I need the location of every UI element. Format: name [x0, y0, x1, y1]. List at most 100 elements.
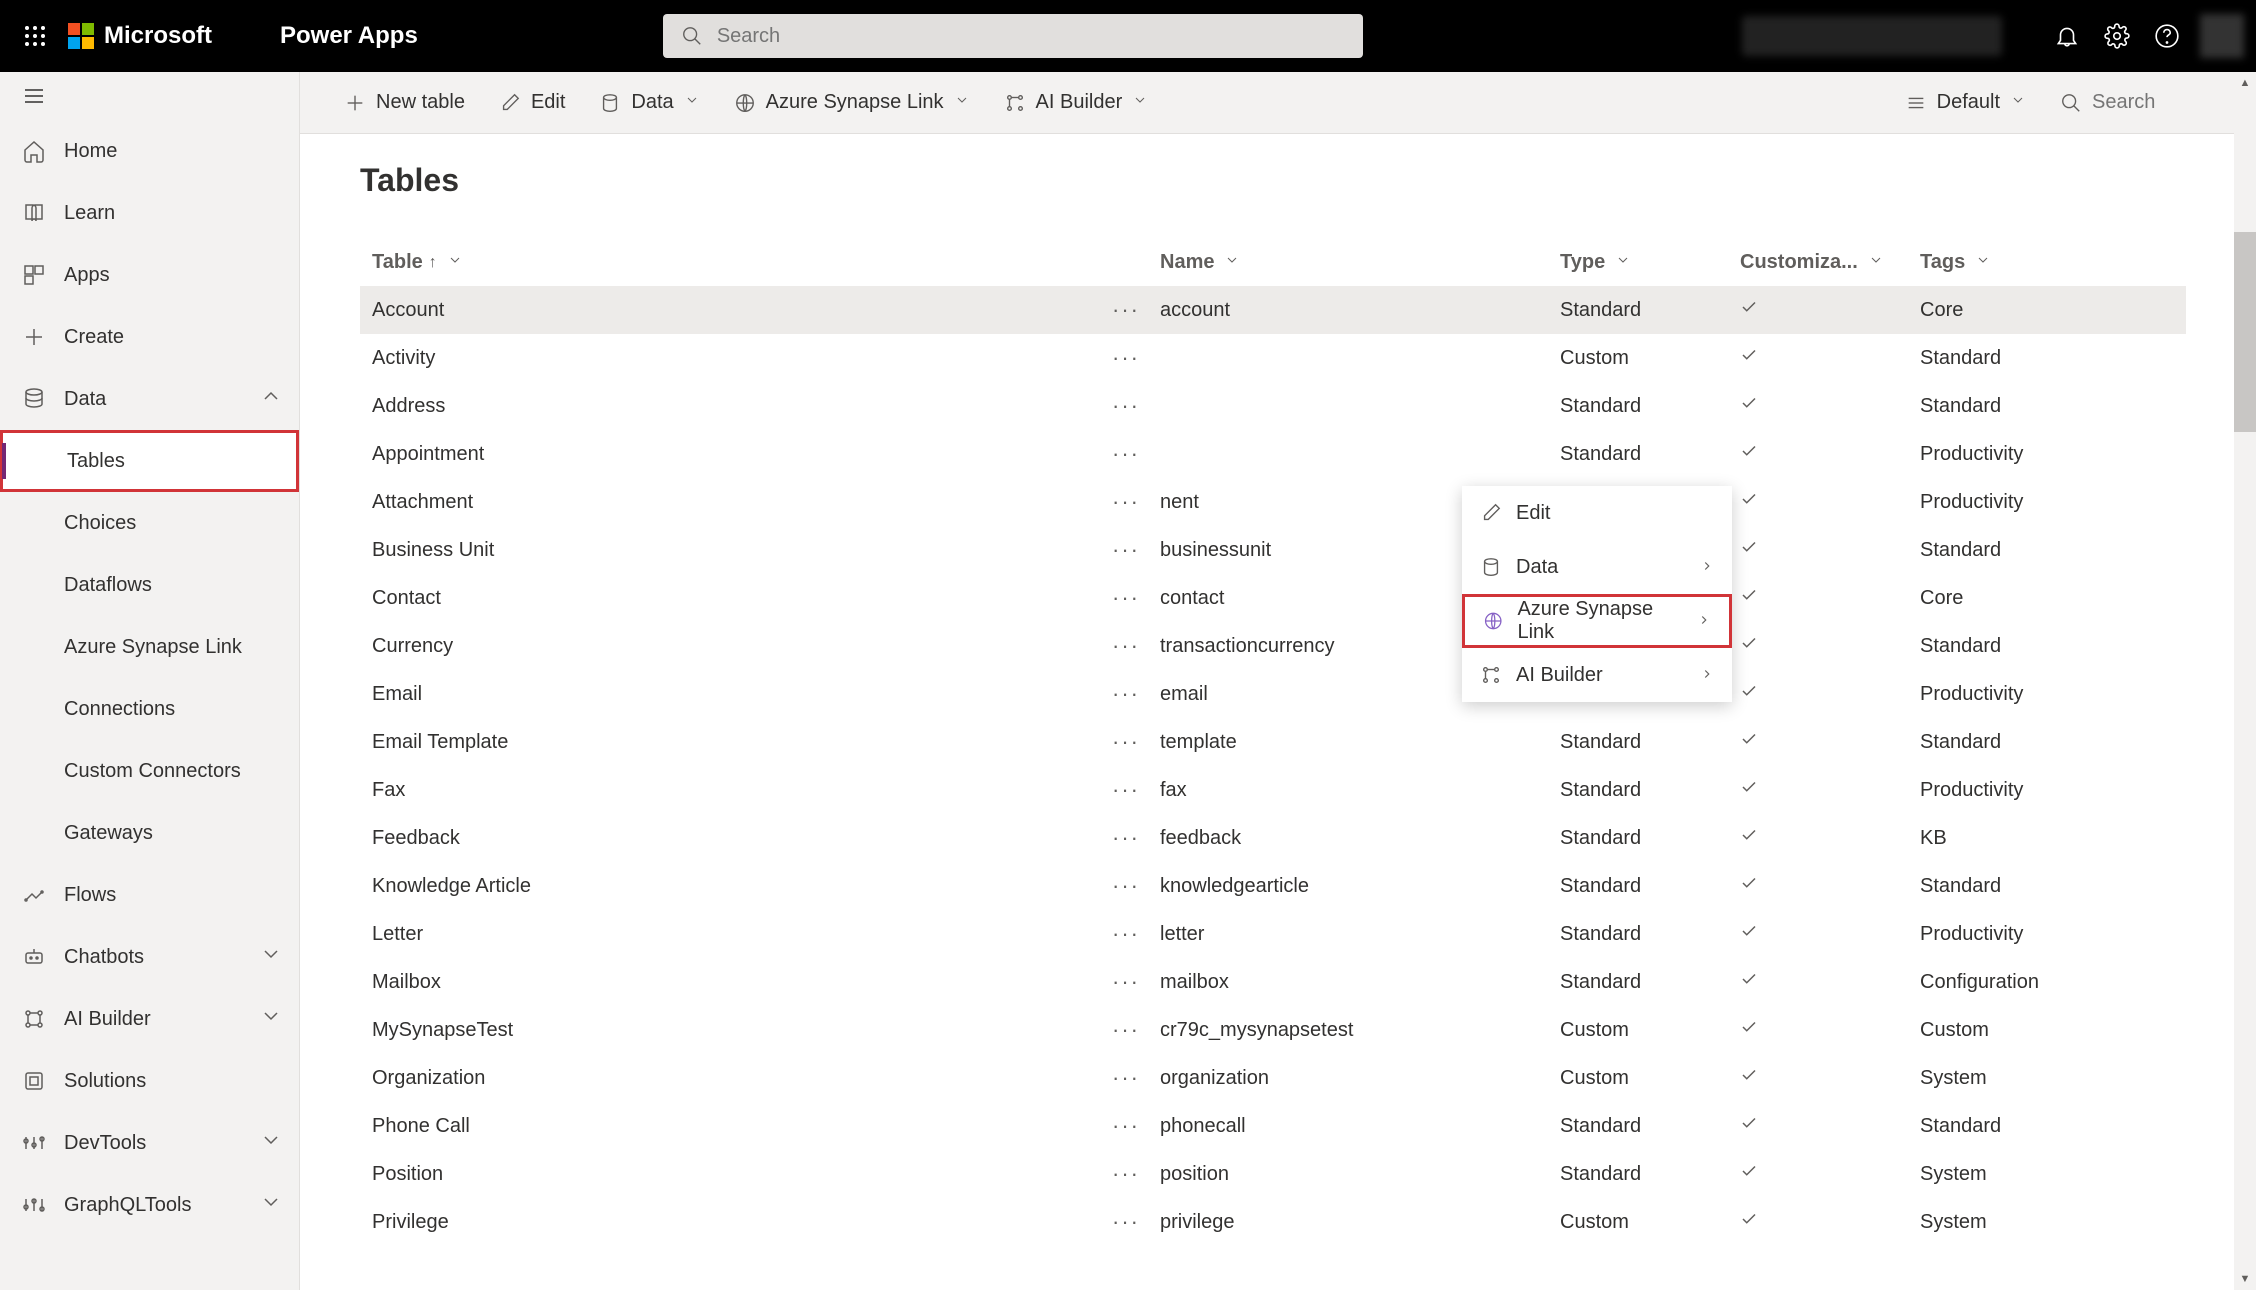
help-icon[interactable]: [2142, 11, 2192, 61]
scroll-down-icon[interactable]: ▼: [2234, 1268, 2256, 1290]
more-actions-icon[interactable]: ···: [1112, 537, 1140, 563]
col-header-type[interactable]: Type: [1560, 251, 1740, 274]
more-actions-icon[interactable]: ···: [1112, 345, 1140, 371]
sidebar-item-apps[interactable]: Apps: [0, 244, 299, 306]
sidebar-sub-azure-synapse-link[interactable]: Azure Synapse Link: [0, 616, 299, 678]
table-row[interactable]: Knowledge Article···knowledgearticleStan…: [360, 862, 2186, 910]
chevron-right-icon: [1700, 556, 1714, 579]
sidebar-item-learn[interactable]: Learn: [0, 182, 299, 244]
sidebar-item-ai-builder[interactable]: AI Builder: [0, 988, 299, 1050]
table-row[interactable]: MySynapseTest···cr79c_mysynapsetestCusto…: [360, 1006, 2186, 1054]
sidebar-item-solutions[interactable]: Solutions: [0, 1050, 299, 1112]
new-table-button[interactable]: New table: [330, 83, 479, 122]
table-row[interactable]: Position···positionStandardSystem: [360, 1150, 2186, 1198]
col-header-customizable[interactable]: Customiza...: [1740, 251, 1920, 274]
table-row[interactable]: Currency···transactioncurrencyStandardSt…: [360, 622, 2186, 670]
toolbar-search-input[interactable]: [2092, 91, 2212, 114]
context-menu-azure-synapse-link[interactable]: Azure Synapse Link: [1462, 594, 1732, 648]
cell-name: phonecall: [1160, 1115, 1560, 1138]
table-row[interactable]: Mailbox···mailboxStandardConfiguration: [360, 958, 2186, 1006]
more-actions-icon[interactable]: ···: [1112, 921, 1140, 947]
table-row[interactable]: Business Unit···businessunitStandardStan…: [360, 526, 2186, 574]
cell-table: Position···: [360, 1161, 1160, 1187]
edit-button[interactable]: Edit: [485, 83, 579, 122]
app-launcher-icon[interactable]: [12, 13, 58, 59]
table-row[interactable]: Organization···organizationCustomSystem: [360, 1054, 2186, 1102]
more-actions-icon[interactable]: ···: [1112, 1209, 1140, 1235]
table-row[interactable]: Email···emailStandardProductivity: [360, 670, 2186, 718]
cell-customizable: [1740, 1162, 1920, 1186]
more-actions-icon[interactable]: ···: [1112, 441, 1140, 467]
ai-builder-button[interactable]: AI Builder: [990, 83, 1163, 122]
more-actions-icon[interactable]: ···: [1112, 393, 1140, 419]
more-actions-icon[interactable]: ···: [1112, 1065, 1140, 1091]
sidebar-item-devtools[interactable]: DevTools: [0, 1112, 299, 1174]
table-row[interactable]: Appointment···StandardProductivity: [360, 430, 2186, 478]
sidebar-item-label: Create: [64, 326, 124, 349]
table-row[interactable]: Email Template···templateStandardStandar…: [360, 718, 2186, 766]
azure-synapse-link-button[interactable]: Azure Synapse Link: [720, 83, 984, 122]
sidebar-sub-gateways[interactable]: Gateways: [0, 802, 299, 864]
more-actions-icon[interactable]: ···: [1112, 1113, 1140, 1139]
more-actions-icon[interactable]: ···: [1112, 777, 1140, 803]
cell-tags: System: [1920, 1067, 2186, 1090]
table-row[interactable]: Letter···letterStandardProductivity: [360, 910, 2186, 958]
page-title: Tables: [360, 162, 2186, 199]
col-header-name[interactable]: Name: [1160, 251, 1560, 274]
table-row[interactable]: Activity···CustomStandard: [360, 334, 2186, 382]
more-actions-icon[interactable]: ···: [1112, 633, 1140, 659]
global-search-input[interactable]: [717, 25, 1345, 48]
cell-tags: Productivity: [1920, 491, 2186, 514]
data-button[interactable]: Data: [585, 83, 713, 122]
sidebar-sub-tables[interactable]: Tables: [0, 430, 299, 492]
context-menu-ai-builder[interactable]: AI Builder: [1462, 648, 1732, 702]
table-row[interactable]: Account···accountStandardCore: [360, 286, 2186, 334]
table-row[interactable]: Attachment···nentStandardProductivity: [360, 478, 2186, 526]
cell-customizable: [1740, 394, 1920, 418]
avatar[interactable]: [2200, 14, 2244, 58]
table-row[interactable]: Privilege···privilegeCustomSystem: [360, 1198, 2186, 1246]
environment-picker[interactable]: [1742, 16, 2002, 56]
sidebar-sub-custom-connectors[interactable]: Custom Connectors: [0, 740, 299, 802]
sidebar-item-chatbots[interactable]: Chatbots: [0, 926, 299, 988]
more-actions-icon[interactable]: ···: [1112, 825, 1140, 851]
toolbar-search[interactable]: [2046, 83, 2226, 122]
table-header-row: Table↑ Name Type Customiza... Tags: [360, 239, 2186, 286]
sidebar-item-create[interactable]: Create: [0, 306, 299, 368]
notifications-icon[interactable]: [2042, 11, 2092, 61]
table-row[interactable]: Fax···faxStandardProductivity: [360, 766, 2186, 814]
settings-icon[interactable]: [2092, 11, 2142, 61]
table-row[interactable]: Feedback···feedbackStandardKB: [360, 814, 2186, 862]
table-row[interactable]: Contact···contactStandardCore: [360, 574, 2186, 622]
col-header-tags[interactable]: Tags: [1920, 251, 2186, 274]
context-menu-edit[interactable]: Edit: [1462, 486, 1732, 540]
scroll-thumb[interactable]: [2234, 232, 2256, 432]
chevron-down-icon: [1975, 251, 1991, 273]
sidebar-sub-dataflows[interactable]: Dataflows: [0, 554, 299, 616]
more-actions-icon[interactable]: ···: [1112, 1017, 1140, 1043]
global-search[interactable]: [663, 14, 1363, 58]
vertical-scrollbar[interactable]: ▲ ▼: [2234, 72, 2256, 1290]
sidebar-item-home[interactable]: Home: [0, 120, 299, 182]
more-actions-icon[interactable]: ···: [1112, 873, 1140, 899]
sidebar-item-data[interactable]: Data: [0, 368, 299, 430]
more-actions-icon[interactable]: ···: [1112, 489, 1140, 515]
hamburger-icon[interactable]: [0, 72, 299, 120]
col-header-table[interactable]: Table↑: [360, 251, 1160, 274]
more-actions-icon[interactable]: ···: [1112, 585, 1140, 611]
context-menu-data[interactable]: Data: [1462, 540, 1732, 594]
sidebar-sub-choices[interactable]: Choices: [0, 492, 299, 554]
scroll-up-icon[interactable]: ▲: [2234, 72, 2256, 94]
sidebar-item-flows[interactable]: Flows: [0, 864, 299, 926]
more-actions-icon[interactable]: ···: [1112, 1161, 1140, 1187]
sidebar-item-graphqltools[interactable]: GraphQLTools: [0, 1174, 299, 1236]
chevron-down-icon: [1132, 91, 1148, 114]
view-selector[interactable]: Default: [1891, 83, 2040, 122]
more-actions-icon[interactable]: ···: [1112, 969, 1140, 995]
more-actions-icon[interactable]: ···: [1112, 729, 1140, 755]
sidebar-sub-connections[interactable]: Connections: [0, 678, 299, 740]
table-row[interactable]: Phone Call···phonecallStandardStandard: [360, 1102, 2186, 1150]
table-row[interactable]: Address···StandardStandard: [360, 382, 2186, 430]
more-actions-icon[interactable]: ···: [1112, 297, 1140, 323]
more-actions-icon[interactable]: ···: [1112, 681, 1140, 707]
